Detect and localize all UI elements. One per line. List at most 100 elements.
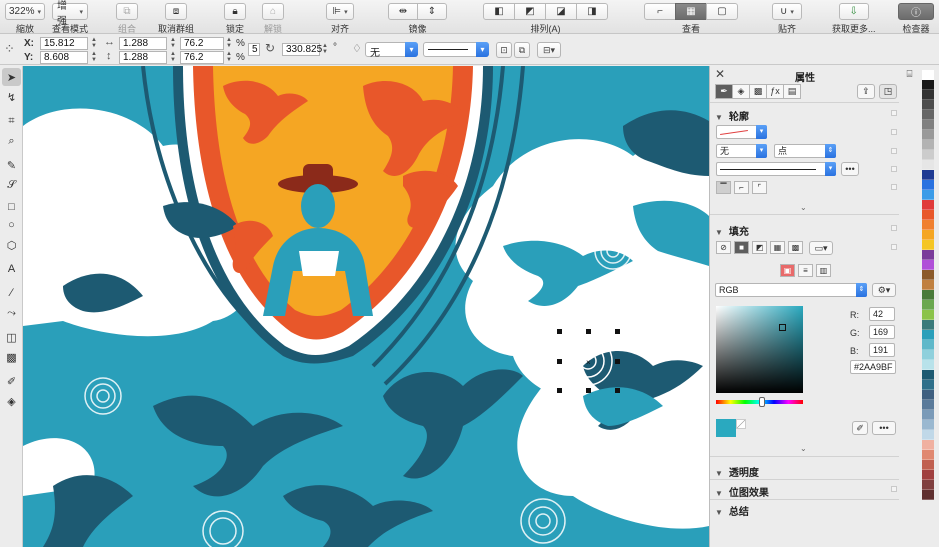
- inspector-button[interactable]: ⓘ: [898, 3, 934, 20]
- palette-swatch[interactable]: [922, 180, 934, 190]
- swatch-more-button[interactable]: •••: [872, 421, 896, 435]
- palette-swatch[interactable]: [922, 440, 934, 450]
- width-input[interactable]: 1.288: [119, 37, 167, 50]
- fill-more-button[interactable]: ▭▾: [809, 241, 833, 255]
- reference-point-icon[interactable]: ⁘: [4, 41, 15, 57]
- forward-one-button[interactable]: ◩: [514, 3, 546, 20]
- transparency-section-header[interactable]: ▼ 透明度: [715, 464, 759, 479]
- uniform-fill-button[interactable]: ■: [734, 241, 749, 254]
- tab-effects[interactable]: ƒx: [766, 84, 784, 99]
- palette-swatch[interactable]: [922, 370, 934, 380]
- hex-input[interactable]: #2AA9BF: [850, 360, 896, 374]
- palette-swatch[interactable]: [922, 120, 934, 130]
- summary-section-header[interactable]: ▼ 总结: [715, 503, 749, 518]
- palette-swatch[interactable]: [922, 400, 934, 410]
- zoom-tool[interactable]: ⌕: [2, 132, 21, 150]
- palette-swatch[interactable]: [922, 150, 934, 160]
- hue-slider-handle[interactable]: [759, 397, 765, 407]
- bitmap-effects-section-header[interactable]: ▼ 位图效果: [715, 484, 769, 499]
- palette-swatch[interactable]: [922, 310, 934, 320]
- palette-swatch[interactable]: [922, 280, 934, 290]
- view-mode-dropdown[interactable]: 增强 ▾: [52, 1, 88, 27]
- lock-ratio-field[interactable]: 5: [248, 43, 260, 56]
- rotation-stepper[interactable]: ▲ ▼: [321, 43, 329, 56]
- outline-more-button[interactable]: •••: [841, 162, 859, 176]
- outline-color-select[interactable]: ▾: [716, 125, 767, 139]
- line-style-select[interactable]: ▾: [423, 42, 489, 57]
- gradient-fill-button[interactable]: ◩: [752, 241, 767, 254]
- palette-swatch[interactable]: [922, 360, 934, 370]
- texture-fill-button[interactable]: ▩: [788, 241, 803, 254]
- back-one-button[interactable]: ◪: [545, 3, 577, 20]
- color-viewer-button[interactable]: ▣: [780, 264, 795, 277]
- outline-width-select[interactable]: 无 ▾: [365, 42, 418, 59]
- section-checkbox[interactable]: [891, 148, 897, 154]
- palette-swatch[interactable]: [922, 430, 934, 440]
- x-stepper[interactable]: ▲ ▼: [90, 37, 98, 50]
- palette-swatch[interactable]: [922, 380, 934, 390]
- x-position-input[interactable]: 15.812: [40, 37, 88, 50]
- y-position-input[interactable]: 8.608: [40, 51, 88, 64]
- palette-swatch[interactable]: [922, 90, 934, 100]
- palette-swatch[interactable]: [922, 300, 934, 310]
- palette-swatch[interactable]: [922, 410, 934, 420]
- palette-swatch[interactable]: [922, 190, 934, 200]
- tab-summary[interactable]: ▤: [783, 84, 801, 99]
- combine-button[interactable]: ⧉: [514, 42, 530, 58]
- palette-swatch[interactable]: [922, 160, 934, 170]
- palette-swatch[interactable]: [922, 260, 934, 270]
- view-grid-button[interactable]: ▦: [675, 3, 707, 20]
- chevron-down-icon[interactable]: ⌄: [800, 444, 807, 453]
- palette-swatch[interactable]: [922, 350, 934, 360]
- transparency-tool[interactable]: ▩: [2, 348, 21, 366]
- corner-miter-button[interactable]: ▔: [716, 181, 731, 194]
- palette-swatch[interactable]: [922, 70, 934, 80]
- palette-swatch[interactable]: [922, 80, 934, 90]
- palette-swatch[interactable]: [922, 490, 934, 500]
- y-stepper[interactable]: ▲ ▼: [90, 51, 98, 64]
- tab-outline[interactable]: ✒: [715, 84, 733, 99]
- section-checkbox[interactable]: [891, 129, 897, 135]
- polygon-tool[interactable]: ⬡: [2, 236, 21, 254]
- b-input[interactable]: 191: [869, 343, 895, 357]
- corner-round-button[interactable]: ⌐: [734, 181, 749, 194]
- color-options-button[interactable]: ⚙▾: [872, 283, 896, 297]
- section-checkbox[interactable]: [891, 244, 897, 250]
- to-back-button[interactable]: ◨: [576, 3, 608, 20]
- palette-options-icon[interactable]: ⌸: [899, 66, 920, 84]
- palette-swatch[interactable]: [922, 140, 934, 150]
- palette-swatch[interactable]: [922, 320, 934, 330]
- scale-x-input[interactable]: 76.2: [180, 37, 224, 50]
- palette-swatch[interactable]: [922, 130, 934, 140]
- eyedropper-tool[interactable]: ✐: [2, 372, 21, 390]
- text-tool[interactable]: A: [2, 260, 21, 278]
- palette-swatch[interactable]: [922, 110, 934, 120]
- artistic-media-tool[interactable]: 𝒮: [2, 176, 21, 194]
- palette-swatch[interactable]: [922, 210, 934, 220]
- ungroup-button[interactable]: ⧈: [165, 3, 187, 20]
- palette-swatch[interactable]: [922, 470, 934, 480]
- tab-fill[interactable]: ◈: [732, 84, 750, 99]
- scale-y-input[interactable]: 76.2: [180, 51, 224, 64]
- mirror-horizontal-button[interactable]: ⇹: [388, 3, 418, 20]
- g-input[interactable]: 169: [869, 325, 895, 339]
- r-input[interactable]: 42: [869, 307, 895, 321]
- palette-swatch[interactable]: [922, 220, 934, 230]
- section-checkbox[interactable]: [891, 225, 897, 231]
- section-checkbox[interactable]: [891, 166, 897, 172]
- docker-options-button[interactable]: ◳: [879, 84, 897, 99]
- palette-swatch[interactable]: [922, 170, 934, 180]
- no-fill-button[interactable]: ⊘: [716, 241, 731, 254]
- width-stepper[interactable]: ▲ ▼: [169, 37, 177, 50]
- palette-swatch[interactable]: [922, 420, 934, 430]
- align-button[interactable]: ⊫ ▾: [326, 3, 354, 20]
- crop-tool[interactable]: ⌗: [2, 112, 21, 130]
- more-options-button[interactable]: ⊟▾: [537, 42, 561, 58]
- outline-style-select[interactable]: ▾: [716, 162, 836, 176]
- color-picker-handle[interactable]: [779, 324, 786, 331]
- interactive-fill-tool[interactable]: ◈: [2, 392, 21, 410]
- section-checkbox[interactable]: [891, 184, 897, 190]
- height-stepper[interactable]: ▲ ▼: [169, 51, 177, 64]
- color-model-select[interactable]: RGB ⇕: [715, 283, 867, 297]
- unlock-button[interactable]: ⌂: [262, 3, 284, 20]
